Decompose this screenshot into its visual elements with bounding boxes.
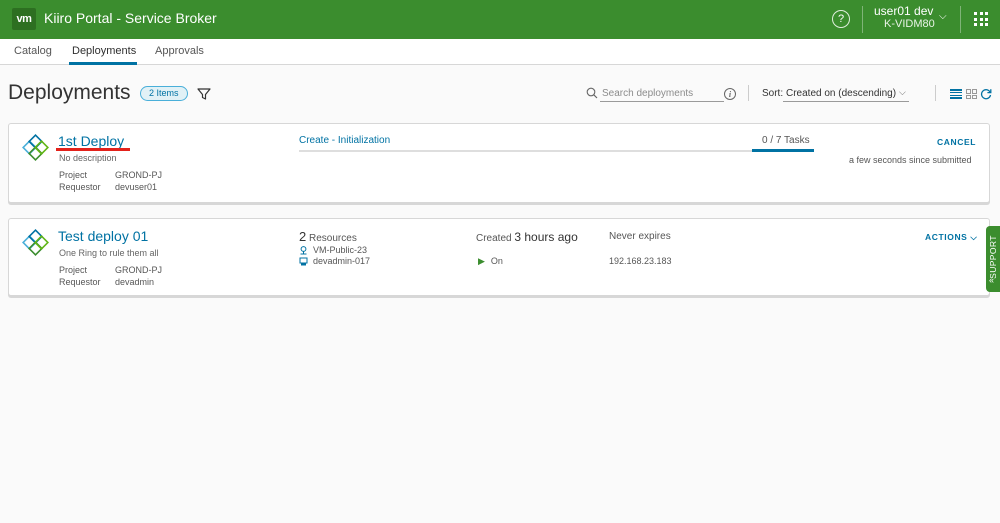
progress-bar-fill — [752, 149, 814, 152]
power-state: ▶ On — [478, 256, 503, 267]
deployment-description: One Ring to rule them all — [59, 248, 159, 258]
deployment-icon — [22, 134, 49, 161]
resource-summary[interactable]: 2 Resources — [299, 229, 357, 244]
resource-item[interactable]: VM-Public-23 — [299, 245, 367, 255]
info-icon[interactable]: i — [724, 88, 736, 100]
resource-count: 2 — [299, 229, 307, 244]
deployment-description: No description — [59, 153, 117, 163]
deployment-card[interactable]: Test deploy 01 One Ring to rule them all… — [8, 218, 990, 296]
filter-icon[interactable] — [197, 87, 211, 101]
cancel-button[interactable]: CANCEL — [937, 137, 976, 147]
project-label: Project — [59, 265, 88, 275]
app-launcher-icon[interactable] — [974, 12, 988, 26]
requestor-label: Requestor — [59, 277, 101, 287]
tab-catalog[interactable]: Catalog — [14, 45, 52, 57]
vmware-logo[interactable]: vm — [12, 8, 36, 30]
resource-name: VM-Public-23 — [313, 245, 368, 255]
tab-approvals[interactable]: Approvals — [155, 45, 204, 57]
requestor-value: devadmin — [115, 277, 155, 287]
progress-step[interactable]: Create - Initialization — [299, 135, 390, 146]
deployment-card[interactable]: 1st Deploy No description Project GROND-… — [8, 123, 990, 203]
search-icon — [586, 87, 598, 99]
support-tab[interactable]: SUPPORT « — [986, 226, 1000, 292]
power-state-label: On — [490, 256, 503, 266]
grid-view-icon[interactable] — [966, 89, 977, 99]
app-title[interactable]: Kiiro Portal - Service Broker — [44, 10, 217, 26]
top-header: vm Kiiro Portal - Service Broker ? user0… — [0, 0, 1000, 39]
chevron-down-icon[interactable]: ⌵ — [939, 11, 947, 22]
user-org[interactable]: K-VIDM80 — [884, 18, 935, 30]
network-icon — [300, 245, 307, 254]
active-tab-indicator — [69, 62, 137, 65]
ip-address: 192.168.23.183 — [609, 256, 672, 266]
requestor-label: Requestor — [59, 182, 101, 192]
deployment-name[interactable]: 1st Deploy — [58, 133, 124, 149]
resource-item[interactable]: devadmin-017 — [299, 256, 370, 266]
power-on-icon: ▶ — [478, 256, 485, 266]
progress-bar — [299, 150, 813, 152]
list-view-icon[interactable] — [950, 89, 962, 99]
item-count-badge: 2 Items — [140, 86, 188, 101]
user-name[interactable]: user01 dev — [874, 4, 933, 18]
tasks-count: 0 / 7 Tasks — [762, 135, 810, 146]
header-divider — [960, 6, 961, 33]
page-title: Deployments — [8, 81, 131, 104]
created-value: 3 hours ago — [514, 230, 578, 244]
help-icon[interactable]: ? — [832, 10, 850, 28]
created-prefix: Created — [476, 233, 512, 244]
chevron-down-icon[interactable]: ⌵ — [899, 87, 906, 98]
expiration: Never expires — [609, 231, 671, 242]
sort-label: Sort: — [762, 88, 784, 99]
deployment-icon — [22, 229, 49, 256]
project-value: GROND-PJ — [115, 265, 162, 275]
chevron-left-icon[interactable]: « — [989, 275, 994, 285]
resource-label: Resources — [309, 233, 357, 244]
highlight-underline — [56, 148, 130, 151]
deployment-name[interactable]: Test deploy 01 — [58, 228, 148, 244]
actions-button[interactable]: ACTIONS ⌵ — [925, 232, 977, 243]
sort-dropdown[interactable]: Created on (descending) — [783, 85, 909, 102]
sub-navigation: Catalog Deployments Approvals — [0, 39, 1000, 65]
header-divider — [862, 6, 863, 33]
submitted-time: a few seconds since submitted — [849, 155, 972, 165]
refresh-icon[interactable] — [980, 88, 992, 100]
vm-icon — [299, 257, 308, 265]
created-time: Created 3 hours ago — [476, 230, 578, 244]
project-value: GROND-PJ — [115, 170, 162, 180]
resource-name: devadmin-017 — [313, 256, 371, 266]
toolbar-divider — [935, 85, 936, 101]
project-label: Project — [59, 170, 88, 180]
search-input[interactable] — [600, 86, 724, 102]
tab-deployments[interactable]: Deployments — [72, 45, 136, 57]
toolbar-divider — [748, 85, 749, 101]
requestor-value: devuser01 — [115, 182, 158, 192]
